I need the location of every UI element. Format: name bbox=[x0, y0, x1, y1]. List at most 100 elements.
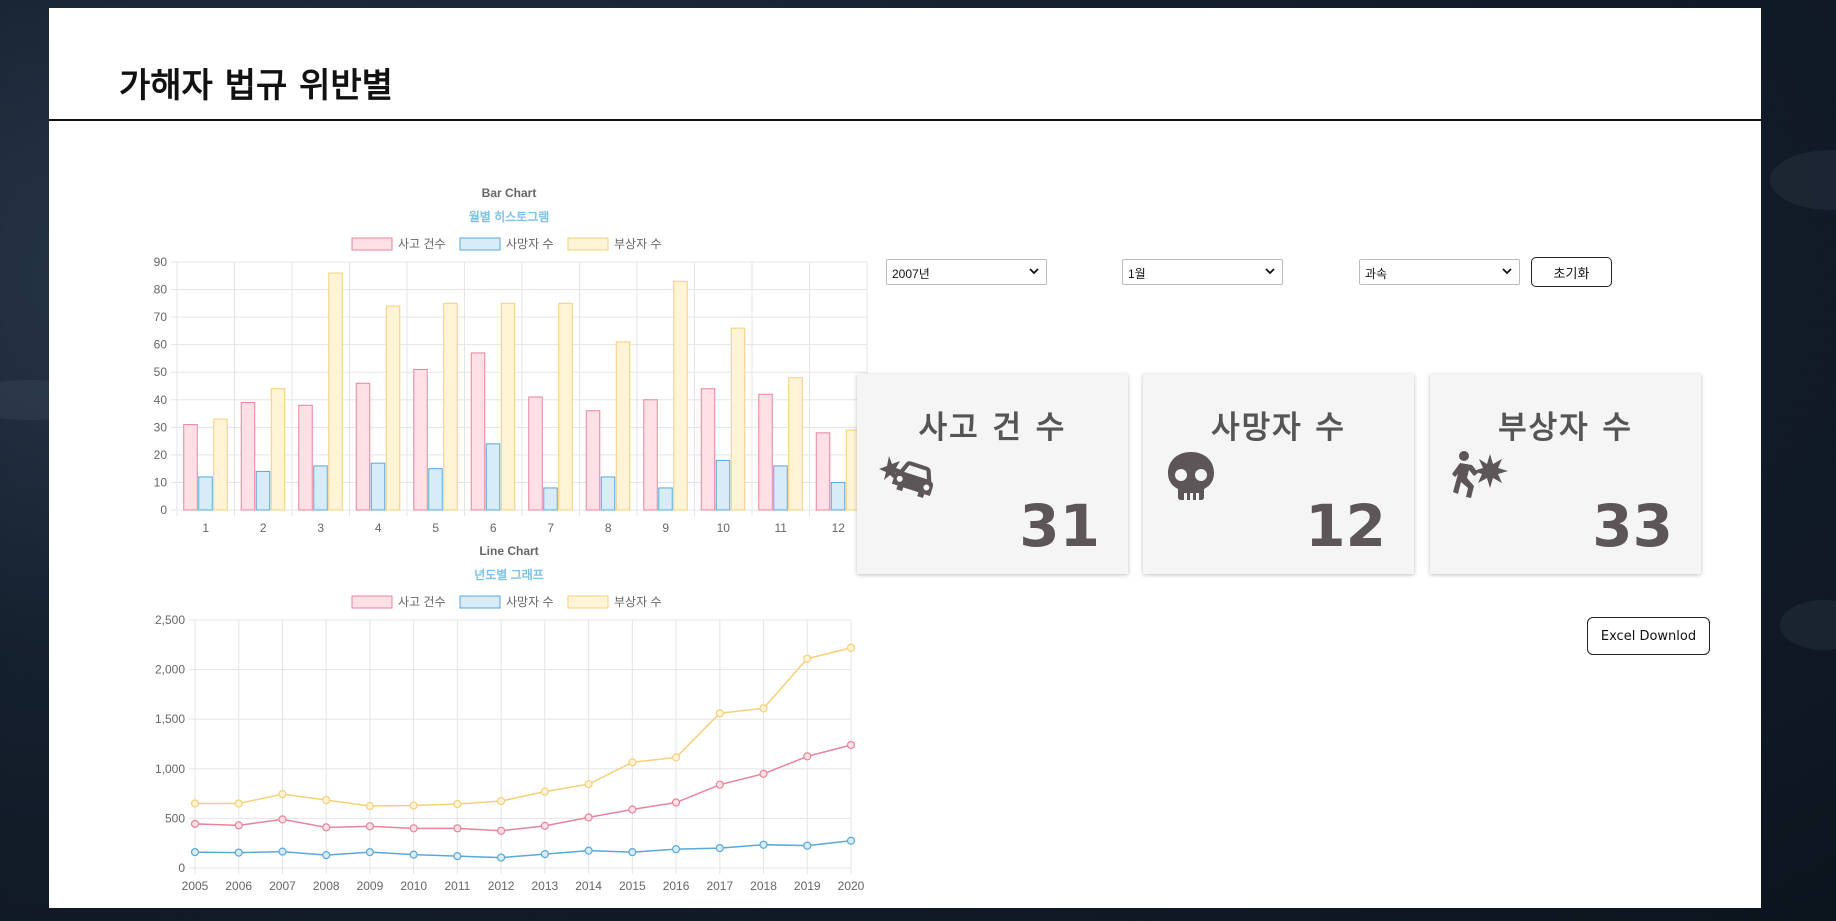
bar bbox=[370, 462, 386, 511]
y-tick-label: 1,000 bbox=[155, 762, 185, 776]
month-select[interactable]: 1월 bbox=[1122, 259, 1283, 285]
x-tick-label: 2013 bbox=[532, 879, 559, 893]
bar bbox=[413, 368, 428, 511]
x-tick-label: 2019 bbox=[794, 879, 821, 893]
violation-select[interactable]: 과속 bbox=[1359, 259, 1520, 285]
legend-label: 부상자 수 bbox=[614, 595, 662, 609]
chevron-down-icon bbox=[1265, 268, 1275, 275]
legend-label: 사망자 수 bbox=[506, 237, 554, 251]
x-tick-label: 12 bbox=[832, 521, 846, 535]
chart-subtitle: 년도별 그래프 bbox=[474, 567, 544, 582]
bar bbox=[585, 410, 601, 511]
y-tick-label: 10 bbox=[154, 475, 168, 489]
bar bbox=[600, 476, 616, 511]
bar bbox=[485, 443, 501, 511]
bar bbox=[270, 388, 286, 511]
x-tick-label: 11 bbox=[775, 521, 788, 535]
data-point bbox=[846, 740, 856, 750]
data-point bbox=[365, 801, 375, 811]
bar bbox=[213, 418, 228, 511]
x-tick-label: 2014 bbox=[575, 879, 602, 893]
bar bbox=[643, 399, 658, 511]
y-tick-label: 0 bbox=[178, 861, 185, 875]
line-chart: Line Chart 년도별 그래프 사고 건수 사망자 수 부상자 수 0 500 1,00… bbox=[89, 536, 879, 908]
data-point bbox=[190, 848, 200, 857]
data-point bbox=[322, 851, 331, 860]
month-select-value: 1월 bbox=[1128, 267, 1146, 281]
y-tick-label: 30 bbox=[154, 420, 168, 434]
bar bbox=[528, 396, 543, 511]
bar bbox=[443, 302, 458, 511]
injury-count-card: 부상자 수 33 bbox=[1430, 374, 1701, 574]
data-point bbox=[628, 805, 637, 814]
y-tick-label: 0 bbox=[160, 503, 167, 517]
data-point bbox=[409, 801, 418, 810]
bar bbox=[428, 468, 443, 511]
data-point bbox=[584, 846, 593, 855]
line-chart-svg: Line Chart 년도별 그래프사고 건수 사망자 수 부상자 수 0 500 1,00… bbox=[155, 544, 865, 893]
legend-label: 부상자 수 bbox=[614, 237, 662, 251]
bar bbox=[255, 470, 271, 511]
data-point bbox=[497, 796, 506, 806]
data-point bbox=[453, 824, 462, 833]
bar bbox=[385, 305, 401, 511]
data-point bbox=[628, 848, 637, 857]
y-tick-label: 50 bbox=[154, 365, 168, 379]
bar bbox=[815, 432, 831, 511]
data-point bbox=[671, 798, 681, 807]
x-tick-label: 3 bbox=[317, 521, 324, 535]
x-tick-label: 6 bbox=[490, 521, 497, 535]
bar bbox=[183, 424, 198, 511]
data-point bbox=[628, 758, 637, 767]
series-line bbox=[195, 647, 852, 807]
data-point bbox=[540, 821, 549, 830]
data-point bbox=[759, 769, 768, 778]
bar bbox=[500, 302, 516, 511]
data-point bbox=[453, 851, 462, 861]
x-tick-label: 2011 bbox=[444, 879, 470, 893]
y-tick-label: 70 bbox=[154, 310, 168, 324]
car-crash-icon bbox=[879, 456, 934, 498]
reset-button[interactable]: 초기화 bbox=[1531, 257, 1612, 287]
bar bbox=[830, 481, 846, 511]
y-tick-label: 500 bbox=[165, 811, 185, 825]
y-tick-label: 2,000 bbox=[155, 663, 185, 677]
x-tick-label: 1 bbox=[202, 521, 209, 535]
page-header: 가해자 법규 위반별 bbox=[49, 8, 1761, 121]
legend-swatch bbox=[567, 595, 609, 609]
data-point bbox=[540, 850, 549, 859]
data-point bbox=[322, 795, 331, 805]
chart-title: Line Chart bbox=[479, 544, 538, 558]
data-point bbox=[803, 654, 812, 663]
legend-swatch bbox=[351, 595, 393, 609]
y-tick-label: 20 bbox=[154, 448, 168, 462]
data-point bbox=[540, 787, 549, 796]
accident-count-card: 사고 건 수 31 bbox=[857, 374, 1128, 574]
death-count-card: 사망자 수 12 bbox=[1143, 374, 1414, 574]
data-point bbox=[409, 850, 418, 859]
bar bbox=[313, 465, 328, 511]
bar bbox=[773, 465, 788, 511]
legend-label: 사고 건수 bbox=[398, 237, 446, 251]
x-tick-label: 2005 bbox=[182, 879, 209, 893]
bar bbox=[355, 382, 371, 511]
year-select[interactable]: 2007년 bbox=[886, 259, 1047, 285]
x-tick-label: 2008 bbox=[313, 879, 340, 893]
x-tick-label: 9 bbox=[662, 521, 669, 535]
data-point bbox=[671, 845, 681, 854]
excel-download-button[interactable]: Excel Downlod bbox=[1587, 617, 1710, 655]
data-point bbox=[803, 752, 812, 761]
bar bbox=[673, 280, 688, 511]
bar bbox=[730, 327, 746, 511]
y-tick-label: 60 bbox=[154, 338, 168, 352]
x-tick-label: 2 bbox=[260, 521, 267, 535]
death-count-value: 12 bbox=[1305, 492, 1386, 560]
data-point bbox=[584, 813, 593, 822]
data-point bbox=[190, 799, 200, 808]
y-tick-label: 2,500 bbox=[155, 613, 185, 627]
data-point bbox=[322, 823, 331, 832]
skull-icon bbox=[1168, 452, 1214, 500]
data-point bbox=[234, 848, 243, 857]
bar bbox=[700, 388, 716, 511]
data-point bbox=[497, 826, 506, 835]
